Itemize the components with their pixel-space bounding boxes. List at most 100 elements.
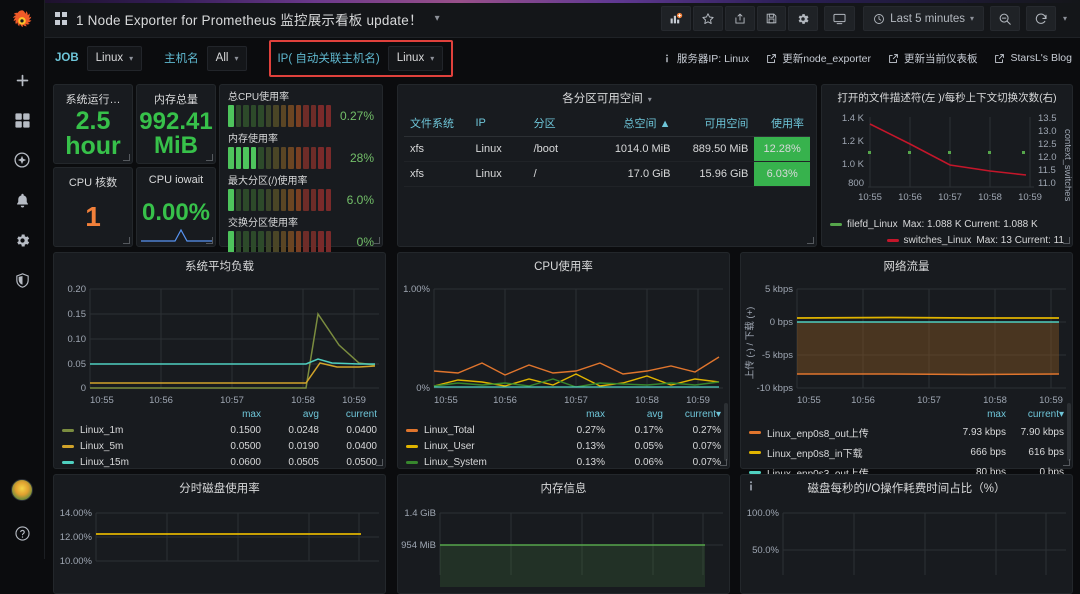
gauge-cell [281, 231, 287, 253]
resize-grip-icon[interactable] [376, 459, 383, 466]
memory-info-title[interactable]: 内存信息 [398, 475, 729, 496]
dashboard-settings-button[interactable] [788, 6, 818, 31]
legend-row[interactable]: Linux_1m 0.1500 0.0248 0.0400 [62, 425, 377, 436]
col-available-space[interactable]: 可用空间 [676, 110, 754, 137]
gauge-cell [258, 105, 264, 127]
legend-row[interactable]: filefd_Linux Max: 1.088 K Current: 1.088… [830, 219, 1064, 230]
resize-grip-icon[interactable] [373, 237, 380, 244]
variable-ip-select[interactable]: Linux ▾ [388, 46, 444, 71]
memory-info-panel[interactable]: 内存信息 1.4 GiB 954 MiB [397, 474, 730, 594]
resize-grip-icon[interactable] [206, 237, 213, 244]
disk-io-time-panel[interactable]: 磁盘每秒的I/O操作耗费时间占比（%） 100.0% 50.0% [740, 474, 1073, 594]
legend-row[interactable]: switches_Linux Max: 13 Current: 11 [830, 235, 1064, 246]
legend-swatch [406, 445, 418, 448]
resize-grip-icon[interactable] [206, 154, 213, 161]
network-traffic-panel[interactable]: 网络流量 5 kbps 0 bps -5 kbps -10 kbps 上传 (-… [740, 252, 1073, 469]
col-filesystem[interactable]: 文件系统 [404, 110, 469, 137]
tv-mode-button[interactable] [824, 6, 855, 31]
variable-hostname-select[interactable]: All ▾ [207, 46, 248, 71]
svg-text:10:58: 10:58 [291, 395, 315, 406]
chevron-down-icon[interactable]: ▾ [435, 13, 440, 24]
cpu-iowait-stat-panel[interactable]: CPU iowait 0.00% [136, 167, 216, 247]
resize-grip-icon[interactable] [123, 154, 130, 161]
legend-col-max[interactable]: max [203, 409, 261, 420]
zoom-out-time-button[interactable] [990, 6, 1020, 31]
time-range-picker[interactable]: Last 5 minutes ▾ [863, 6, 984, 31]
table-row[interactable]: xfs Linux / 17.0 GiB 15.96 GiB 6.03% [404, 162, 810, 187]
external-link-icon [888, 53, 899, 64]
configuration-icon[interactable] [3, 222, 41, 258]
shield-icon[interactable] [3, 262, 41, 298]
filefd-panel-title[interactable]: 打开的文件描述符(左 )/每秒上下文切换次数(右) [822, 85, 1072, 105]
mark-favorite-button[interactable] [693, 6, 723, 31]
variable-job-select[interactable]: Linux ▾ [87, 46, 143, 71]
table-row[interactable]: xfs Linux /boot 1014.0 MiB 889.50 MiB 12… [404, 137, 810, 162]
disk-usage-over-time-title[interactable]: 分时磁盘使用率 [54, 475, 385, 496]
resize-grip-icon[interactable] [1063, 237, 1070, 244]
col-partition[interactable]: 分区 [528, 110, 596, 137]
legend-scrollbar[interactable] [1067, 403, 1071, 461]
server-ip-info[interactable]: 服务器IP: Linux [662, 51, 749, 66]
cpu-usage-title[interactable]: CPU使用率 [398, 253, 729, 274]
variable-hostname-value: All [216, 52, 229, 64]
legend-col-current[interactable]: current▾ [663, 409, 721, 420]
legend-row[interactable]: Linux_User 0.13% 0.05% 0.07% [406, 441, 721, 452]
explore-icon[interactable] [3, 142, 41, 178]
system-load-panel[interactable]: 系统平均负载 0.20 0.15 0.10 0.05 0 10:55 10:56… [53, 252, 386, 469]
svg-text:0.15: 0.15 [68, 309, 87, 320]
resize-grip-icon[interactable] [807, 237, 814, 244]
disk-space-table-panel[interactable]: 各分区可用空间▾ 文件系统 IP 分区 总空间 ▲ 可用空间 使用率 xfs L… [397, 84, 817, 247]
system-load-title[interactable]: 系统平均负载 [54, 253, 385, 274]
legend-col-avg[interactable]: avg [261, 409, 319, 420]
filefd-context-switches-panel[interactable]: 打开的文件描述符(左 )/每秒上下文切换次数(右) 1.4 K 1.2 K 1.… [821, 84, 1073, 247]
legend-stats-filefd: Max: 1.088 K Current: 1.088 K [903, 219, 1038, 230]
resize-grip-icon[interactable] [1063, 459, 1070, 466]
help-circle-icon[interactable] [3, 515, 41, 551]
svg-text:800: 800 [848, 178, 864, 189]
save-dashboard-button[interactable] [757, 6, 786, 31]
update-node-exporter-link[interactable]: 更新node_exporter [766, 51, 871, 66]
avatar[interactable] [11, 479, 33, 501]
legend-row[interactable]: Linux_enp0s8_in下载 666 bps 616 bps [749, 445, 1064, 460]
legend-row[interactable]: Linux_System 0.13% 0.06% 0.07% [406, 457, 721, 468]
legend-scrollbar[interactable] [724, 403, 728, 461]
col-usage[interactable]: 使用率 [754, 110, 810, 137]
cpu-cores-stat-panel[interactable]: CPU 核数 1 [53, 167, 133, 247]
legend-row[interactable]: Linux_5m 0.0500 0.0190 0.0400 [62, 441, 377, 452]
legend-col-current[interactable]: current▾ [1006, 409, 1064, 420]
uptime-stat-panel[interactable]: 系统运行… 2.5 hour [53, 84, 133, 164]
grafana-logo-icon[interactable] [8, 8, 36, 36]
add-panel-button[interactable] [661, 6, 691, 31]
disk-space-table-title[interactable]: 各分区可用空间▾ [398, 85, 816, 106]
external-link-icon [994, 53, 1005, 64]
resize-grip-icon[interactable] [123, 237, 130, 244]
network-traffic-title[interactable]: 网络流量 [741, 253, 1072, 274]
total-memory-stat-panel[interactable]: 内存总量 992.41 MiB [136, 84, 216, 164]
create-icon[interactable] [3, 62, 41, 98]
legend-col-current[interactable]: current [319, 409, 377, 420]
legend-col-max[interactable]: max [948, 409, 1006, 420]
disk-io-time-title[interactable]: 磁盘每秒的I/O操作耗费时间占比（%） [741, 475, 1072, 496]
svg-text:10:58: 10:58 [635, 395, 659, 406]
legend-row[interactable]: Linux_Total 0.27% 0.17% 0.27% [406, 425, 721, 436]
update-dashboard-link[interactable]: 更新当前仪表板 [888, 51, 978, 66]
col-total-space[interactable]: 总空间 ▲ [596, 110, 677, 137]
variable-ip-highlight-box: IP( 自动关联主机名) Linux ▾ [269, 40, 453, 77]
legend-col-max[interactable]: max [547, 409, 605, 420]
share-dashboard-button[interactable] [725, 6, 755, 31]
cpu-usage-panel[interactable]: CPU使用率 1.00% 0% 10:55 10:56 10:57 10:58 … [397, 252, 730, 469]
legend-row[interactable]: Linux_15m 0.0600 0.0505 0.0500 [62, 457, 377, 468]
col-ip[interactable]: IP [469, 110, 527, 137]
dashboards-icon[interactable] [3, 102, 41, 138]
refresh-dashboard-button[interactable] [1026, 6, 1056, 31]
alerting-icon[interactable] [3, 182, 41, 218]
starsl-blog-link[interactable]: StarsL's Blog [994, 52, 1072, 64]
legend-row[interactable]: Linux_enp0s8_out上传 7.93 kbps 7.90 kbps [749, 425, 1064, 440]
legend-col-avg[interactable]: avg [605, 409, 663, 420]
refresh-interval-caret-icon[interactable]: ▾ [1058, 14, 1072, 23]
resize-grip-icon[interactable] [720, 459, 727, 466]
usage-bargauge-panel[interactable]: 总CPU使用率 0.27% 内存使用率 28% 最大分区(/)使用率 6.0% … [219, 84, 383, 247]
page-title[interactable]: 1 Node Exporter for Prometheus 监控展示看板 up… [76, 9, 423, 29]
disk-usage-over-time-panel[interactable]: 分时磁盘使用率 14.00% 12.00% 10.00% [53, 474, 386, 594]
panel-info-icon[interactable] [745, 479, 757, 493]
